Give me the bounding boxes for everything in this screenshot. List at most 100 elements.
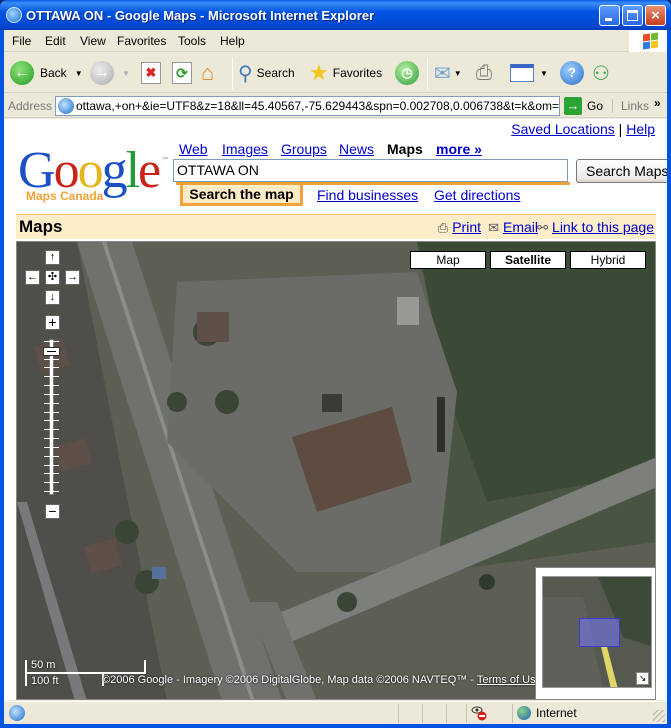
- zoom-in-button[interactable]: +: [45, 315, 60, 330]
- zoom-slider-tick: [44, 411, 59, 413]
- tab-get-directions[interactable]: Get directions: [434, 187, 520, 203]
- link-to-page-link[interactable]: ⚯ Link to this page: [537, 219, 654, 236]
- minimize-button[interactable]: [599, 5, 620, 26]
- back-button[interactable]: ← Back ▼: [10, 59, 83, 87]
- menu-favorites[interactable]: Favorites: [117, 34, 166, 48]
- terms-of-use-link[interactable]: Terms of Use: [477, 674, 542, 686]
- menu-help[interactable]: Help: [220, 34, 245, 48]
- stop-button[interactable]: ✖: [141, 59, 161, 87]
- back-dropdown-icon[interactable]: ▼: [75, 69, 83, 78]
- zoom-slider-tick: [44, 402, 59, 404]
- help-link[interactable]: Help: [626, 121, 655, 137]
- search-label: Search: [256, 66, 295, 80]
- links-button[interactable]: Links: [612, 99, 649, 113]
- home-icon: ⌂: [201, 60, 215, 85]
- pan-up-button[interactable]: ↑: [45, 250, 60, 265]
- zoom-out-button[interactable]: −: [45, 504, 60, 519]
- zoom-slider-thumb[interactable]: [43, 347, 60, 356]
- refresh-button[interactable]: ⟳: [172, 59, 192, 87]
- menu-tools[interactable]: Tools: [178, 34, 206, 48]
- maximize-button[interactable]: [622, 5, 643, 26]
- home-button[interactable]: ⌂: [201, 59, 214, 87]
- back-icon: ←: [10, 61, 34, 85]
- browser-window: OTTAWA ON - Google Maps - Microsoft Inte…: [0, 0, 671, 728]
- address-input[interactable]: ottawa,+on+&ie=UTF8&z=18&ll=45.40567,-75…: [55, 96, 560, 116]
- menu-file[interactable]: File: [12, 34, 31, 48]
- minimize-icon: [605, 18, 612, 21]
- overview-map: ↘: [535, 567, 655, 699]
- menu-view[interactable]: View: [80, 34, 106, 48]
- map-type-satellite-button[interactable]: Satellite: [490, 251, 566, 269]
- print-icon: ⎙: [476, 61, 492, 84]
- map-copyright: ©2006 Google - Imagery ©2006 DigitalGlob…: [102, 674, 542, 686]
- menu-edit[interactable]: Edit: [45, 34, 66, 48]
- address-url: ottawa,+on+&ie=UTF8&z=18&ll=45.40567,-75…: [76, 99, 560, 113]
- security-zone[interactable]: Internet: [517, 706, 577, 720]
- nav-images[interactable]: Images: [222, 141, 268, 157]
- windows-logo-icon: [629, 30, 667, 52]
- map-type-map-button[interactable]: Map: [410, 251, 486, 269]
- satellite-map[interactable]: Map Satellite Hybrid ↑ ← ✣ → ↓ + − 50 m: [16, 241, 656, 700]
- zoom-slider-tick: [44, 393, 59, 395]
- messenger-button[interactable]: ⚇: [592, 59, 610, 87]
- print-button[interactable]: ⎙: [476, 59, 492, 87]
- pan-right-button[interactable]: →: [65, 270, 80, 285]
- map-type-hybrid-button[interactable]: Hybrid: [570, 251, 646, 269]
- zoom-slider-track[interactable]: [49, 339, 54, 495]
- favorites-label: Favorites: [332, 66, 383, 80]
- trademark: ™: [162, 157, 168, 163]
- forward-icon: →: [90, 61, 114, 85]
- link-separator: |: [618, 121, 623, 137]
- mail-dropdown-icon[interactable]: ▼: [454, 69, 462, 78]
- address-label: Address: [8, 99, 53, 113]
- tab-search-the-map[interactable]: Search the map: [180, 185, 303, 206]
- forward-dropdown-icon[interactable]: ▼: [122, 69, 130, 78]
- email-link[interactable]: ✉ Email: [488, 219, 538, 236]
- edit-dropdown-icon[interactable]: ▼: [540, 69, 548, 78]
- envelope-icon: ✉: [488, 220, 499, 235]
- overview-viewport-rect[interactable]: [579, 618, 620, 647]
- close-icon: ×: [651, 7, 660, 24]
- search-icon: ⚲: [238, 62, 253, 85]
- nav-web[interactable]: Web: [179, 141, 208, 157]
- search-maps-button[interactable]: Search Maps: [576, 159, 667, 183]
- links-chevron-icon[interactable]: »: [654, 96, 661, 110]
- zoom-slider-tick: [44, 358, 59, 360]
- favorites-button[interactable]: ★ Favorites: [309, 59, 382, 87]
- overview-toggle-button[interactable]: ↘: [636, 672, 649, 685]
- privacy-blocked-icon[interactable]: [471, 705, 487, 721]
- print-link[interactable]: ⎙ Print: [438, 219, 481, 236]
- mail-button[interactable]: ✉ ▼: [434, 59, 462, 87]
- zoom-slider-tick: [44, 482, 59, 484]
- edit-icon: [510, 64, 534, 82]
- discuss-button[interactable]: ?: [560, 59, 584, 87]
- tab-find-businesses[interactable]: Find businesses: [317, 187, 418, 203]
- edit-button[interactable]: ▼: [510, 59, 548, 87]
- nav-groups[interactable]: Groups: [281, 141, 327, 157]
- pan-down-button[interactable]: ↓: [45, 290, 60, 305]
- title-bar[interactable]: OTTAWA ON - Google Maps - Microsoft Inte…: [0, 0, 671, 30]
- pan-left-button[interactable]: ←: [25, 270, 40, 285]
- messenger-icon: ⚇: [592, 62, 610, 85]
- resize-grip[interactable]: [653, 710, 665, 722]
- zoom-slider-tick: [44, 376, 59, 378]
- status-pane: [398, 704, 399, 723]
- scale-imperial: 100 ft: [31, 675, 59, 687]
- history-button[interactable]: ◷: [395, 59, 419, 87]
- status-pane: [446, 704, 447, 723]
- nav-more[interactable]: more »: [436, 141, 482, 157]
- zoom-slider-tick: [44, 438, 59, 440]
- forward-button[interactable]: → ▼: [90, 59, 130, 87]
- history-icon: ◷: [395, 61, 419, 85]
- menu-bar: File Edit View Favorites Tools Help: [4, 30, 667, 52]
- search-input[interactable]: OTTAWA ON: [173, 159, 568, 182]
- go-button[interactable]: → Go: [564, 97, 603, 115]
- saved-locations-link[interactable]: Saved Locations: [511, 121, 615, 137]
- nav-maps: Maps: [387, 141, 423, 157]
- close-button[interactable]: ×: [645, 5, 666, 26]
- search-button[interactable]: ⚲ Search: [238, 59, 295, 87]
- toolbar-separator: [427, 57, 428, 89]
- pan-center-button[interactable]: ✣: [45, 270, 60, 285]
- zoom-slider-tick: [44, 385, 59, 387]
- nav-news[interactable]: News: [339, 141, 374, 157]
